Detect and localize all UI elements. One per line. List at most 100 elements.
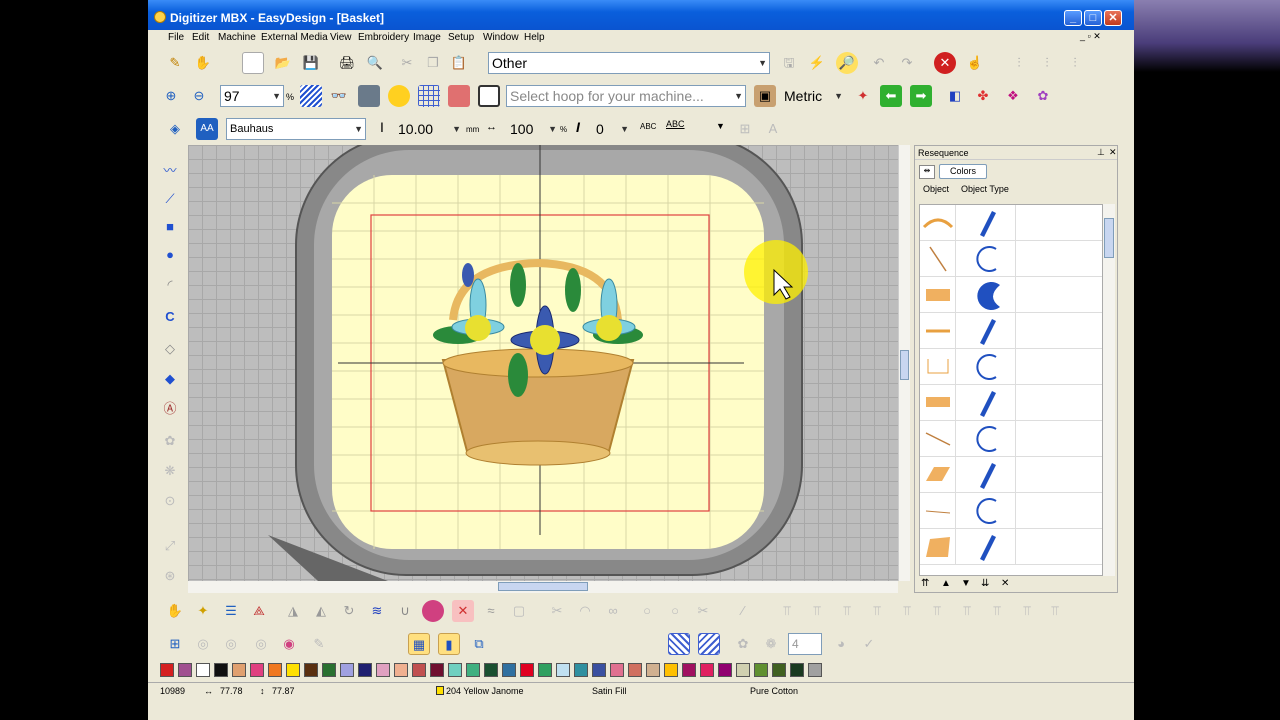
- color-swatch[interactable]: [628, 663, 642, 677]
- cross-icon[interactable]: ✕: [452, 600, 474, 622]
- design-canvas[interactable]: [188, 145, 898, 581]
- send-icon[interactable]: 🖫: [778, 52, 800, 74]
- color-swatch[interactable]: [196, 663, 210, 677]
- gradient-icon[interactable]: [422, 600, 444, 622]
- color-blend-icon[interactable]: [388, 85, 410, 107]
- glasses-icon[interactable]: 👓: [328, 85, 350, 107]
- fill-square-icon[interactable]: ■: [159, 216, 181, 238]
- ribbon-icon[interactable]: ∞: [602, 600, 624, 622]
- chevron-down-icon[interactable]: ▼: [716, 121, 725, 131]
- zoom-out-icon[interactable]: ⊖: [188, 85, 210, 107]
- pie-icon[interactable]: ◕: [830, 633, 852, 655]
- align-bottom-icon[interactable]: ⫪: [836, 600, 858, 622]
- properties-icon[interactable]: ☰: [220, 600, 242, 622]
- pen-icon[interactable]: ✎: [308, 633, 330, 655]
- scissors-icon[interactable]: ✂: [546, 600, 568, 622]
- text-effect-icon[interactable]: A: [762, 118, 784, 140]
- arrow-left-icon[interactable]: ⬅: [880, 85, 902, 107]
- color-swatch[interactable]: [808, 663, 822, 677]
- center-icon[interactable]: ⫪: [926, 600, 948, 622]
- hoop-settings-icon[interactable]: ▣: [754, 85, 776, 107]
- layout-icon[interactable]: ⊞: [164, 633, 186, 655]
- list-item[interactable]: [920, 241, 1102, 277]
- align-right-icon[interactable]: ⫶: [1064, 52, 1086, 74]
- copy-icon[interactable]: ❐: [422, 52, 444, 74]
- count-input[interactable]: 4: [788, 633, 822, 655]
- pattern-icon[interactable]: ◉: [278, 633, 300, 655]
- wave-icon[interactable]: ≈: [480, 600, 502, 622]
- menu-view[interactable]: View: [330, 32, 352, 43]
- collapse-icon[interactable]: ⇹: [919, 165, 935, 179]
- align-left-icon[interactable]: ⫶: [1008, 52, 1030, 74]
- stitch-angle-icon[interactable]: ≋: [366, 600, 388, 622]
- magnet-icon[interactable]: ∪: [394, 600, 416, 622]
- stitch-view-icon[interactable]: [300, 85, 322, 107]
- appliqué-icon[interactable]: ✿: [159, 430, 181, 452]
- menu-setup[interactable]: Setup: [448, 32, 474, 43]
- menu-edit[interactable]: Edit: [192, 32, 209, 43]
- fill-pattern-2-icon[interactable]: [698, 633, 720, 655]
- shield-icon[interactable]: [448, 85, 470, 107]
- magnifier-icon[interactable]: 🔎: [836, 52, 858, 74]
- color-swatch[interactable]: [178, 663, 192, 677]
- menu-file[interactable]: File: [168, 32, 184, 43]
- color-swatch[interactable]: [376, 663, 390, 677]
- color-swatch[interactable]: [610, 663, 624, 677]
- undo-icon[interactable]: ↶: [868, 52, 890, 74]
- category-select[interactable]: Other ▼: [488, 52, 770, 74]
- color-swatch[interactable]: [682, 663, 696, 677]
- color-swatch[interactable]: [250, 663, 264, 677]
- scroll-thumb[interactable]: [498, 582, 588, 591]
- curve-icon[interactable]: ◜: [159, 274, 181, 296]
- color-sort-icon[interactable]: ✤: [972, 85, 994, 107]
- color-swatch[interactable]: [448, 663, 462, 677]
- list-item[interactable]: [920, 421, 1102, 457]
- mirror-icon[interactable]: ◮: [282, 600, 304, 622]
- color-swatch[interactable]: [538, 663, 552, 677]
- motif-1-icon[interactable]: ✿: [732, 633, 754, 655]
- new-file-icon[interactable]: [242, 52, 264, 74]
- baseline-icon[interactable]: ABC: [666, 119, 685, 129]
- color-film-icon[interactable]: ▦: [408, 633, 430, 655]
- color-objects-icon[interactable]: ◧: [944, 85, 966, 107]
- slant-input[interactable]: 0 ▼: [592, 118, 632, 140]
- list-item[interactable]: [920, 529, 1102, 565]
- shape-1-icon[interactable]: ◎: [192, 633, 214, 655]
- color-swatch[interactable]: [700, 663, 714, 677]
- close-panel-icon[interactable]: ✕: [1109, 147, 1117, 158]
- hoop-icon[interactable]: [478, 85, 500, 107]
- star-icon[interactable]: ✦: [192, 600, 214, 622]
- list-item[interactable]: [920, 385, 1102, 421]
- color-swatch[interactable]: [232, 663, 246, 677]
- color-swatch[interactable]: [502, 663, 516, 677]
- color-swatch[interactable]: [754, 663, 768, 677]
- minimize-button[interactable]: _: [1064, 10, 1082, 26]
- shapes-icon[interactable]: ✦: [852, 85, 874, 107]
- flowers-icon[interactable]: ✿: [1032, 85, 1054, 107]
- colors-button[interactable]: Colors: [939, 164, 987, 179]
- delete-icon[interactable]: ✕: [1001, 578, 1009, 589]
- needle-icon[interactable]: ✂: [692, 600, 714, 622]
- color-swatch[interactable]: [340, 663, 354, 677]
- color-swatch[interactable]: [646, 663, 660, 677]
- print-preview-icon[interactable]: 🔍: [364, 52, 386, 74]
- thread-icon[interactable]: ▮: [438, 633, 460, 655]
- menu-image[interactable]: Image: [413, 32, 441, 43]
- zoom-in-icon[interactable]: ⊕: [160, 85, 182, 107]
- redo-icon[interactable]: ↷: [896, 52, 918, 74]
- color-swatch[interactable]: [574, 663, 588, 677]
- menu-external-media[interactable]: External Media: [261, 32, 328, 43]
- color-swatch[interactable]: [430, 663, 444, 677]
- list-scrollbar[interactable]: [1103, 204, 1115, 576]
- hand-icon[interactable]: ✋: [192, 52, 214, 74]
- units-select[interactable]: Metric ▼: [780, 85, 846, 107]
- italic-icon[interactable]: I: [576, 119, 580, 135]
- motif-icon[interactable]: ❋: [159, 460, 181, 482]
- width-input[interactable]: 100 ▼: [506, 118, 560, 140]
- canvas-horizontal-scrollbar[interactable]: [188, 581, 898, 593]
- flip-icon[interactable]: ◭: [310, 600, 332, 622]
- monogram-icon[interactable]: Ⓐ: [159, 398, 181, 420]
- move-top-icon[interactable]: ⇈: [921, 578, 929, 589]
- color-swatch[interactable]: [268, 663, 282, 677]
- lettering-icon[interactable]: ◈: [164, 118, 186, 140]
